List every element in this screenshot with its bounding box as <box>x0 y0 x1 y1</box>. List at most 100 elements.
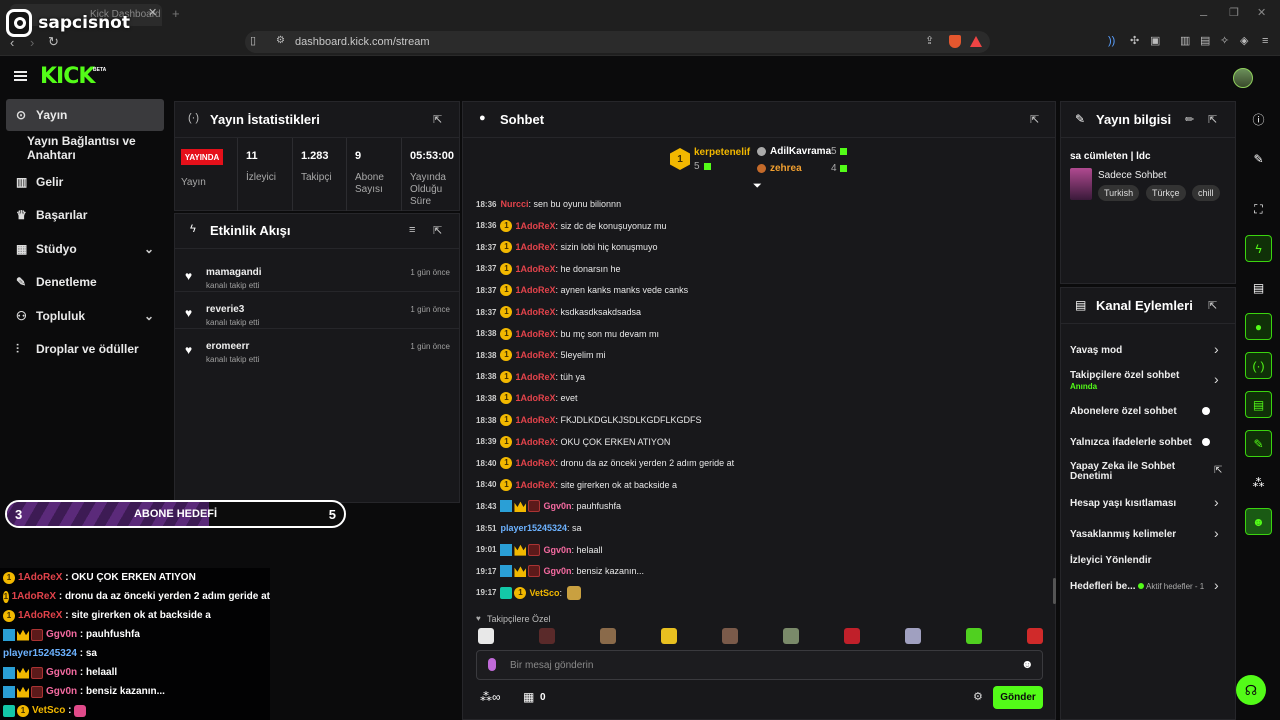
ai-moderation-row[interactable]: Yapay Zeka ile Sohbet Denetimi ⇱ <box>1060 461 1236 485</box>
browser-menu-icon[interactable]: ≡ <box>1262 36 1268 47</box>
brave-shield-icon[interactable] <box>949 35 961 48</box>
wrench-rail-icon[interactable]: ✎ <box>1245 430 1272 457</box>
emote-button[interactable] <box>661 628 677 644</box>
leader-name[interactable]: zehrea <box>770 163 802 174</box>
drops-infinity-icon[interactable]: ⁂∞ <box>480 691 501 703</box>
message-user[interactable]: Ggv0n <box>543 501 571 511</box>
actions-rail-icon[interactable]: ▤ <box>1245 391 1272 418</box>
user-avatar[interactable] <box>1233 68 1253 88</box>
message-user[interactable]: player15245324 <box>500 523 567 533</box>
emote-button[interactable] <box>1027 628 1043 644</box>
category-name[interactable]: Sadece Sohbet <box>1098 170 1166 181</box>
sidebar-item-basarilar[interactable]: ♛ Başarılar <box>6 199 164 231</box>
store-icon[interactable]: ▦ <box>523 691 534 703</box>
emoji-picker-icon[interactable]: ☻ <box>1021 658 1034 670</box>
message-user[interactable]: 1AdoReX <box>515 480 555 490</box>
audio-icon[interactable]: )) <box>1108 36 1115 47</box>
message-user[interactable]: 1AdoReX <box>515 415 555 425</box>
message-user[interactable]: 1AdoReX <box>515 264 555 274</box>
followers-only-row[interactable]: Takipçilere özel sohbet Anında › <box>1060 368 1236 394</box>
broadcast-rail-icon[interactable]: (·) <box>1245 352 1272 379</box>
info-icon[interactable]: ⓘ <box>1245 106 1272 133</box>
edit-icon[interactable]: ✏ <box>1185 113 1194 126</box>
share-icon[interactable]: ⇪ <box>925 36 934 47</box>
kick-logo[interactable]: KICK <box>40 64 95 89</box>
microphone-icon[interactable] <box>488 658 496 671</box>
send-button[interactable]: Gönder <box>993 686 1043 709</box>
collapse-leaderboard-icon[interactable]: ⏷ <box>753 181 762 192</box>
leo-ai-icon[interactable]: ✧ <box>1220 36 1229 47</box>
wallet-icon[interactable]: ▤ <box>1200 36 1210 47</box>
activity-user[interactable]: mamagandi <box>206 267 262 278</box>
fullscreen-icon[interactable]: ⛶ <box>1245 196 1272 223</box>
tag-chip[interactable]: Türkçe <box>1146 185 1186 201</box>
sidebar-item-gelir[interactable]: ▥ Gelir <box>6 166 164 198</box>
leader-name[interactable]: kerpetenelif <box>694 147 750 158</box>
account-age-row[interactable]: Hesap yaşı kısıtlaması › <box>1060 494 1236 514</box>
tag-chip[interactable]: chill <box>1192 185 1220 201</box>
bookmark-icon[interactable]: ▯ <box>250 36 256 47</box>
goals-row[interactable]: Hedefleri be... Aktif hedefler - 1 › <box>1060 577 1236 597</box>
lightning-rail-icon[interactable]: ϟ <box>1245 235 1272 262</box>
extensions-icon[interactable]: ✣ <box>1130 36 1139 47</box>
message-user[interactable]: 1AdoReX <box>515 437 555 447</box>
message-user[interactable]: Ggv0n <box>543 566 571 576</box>
popout-icon[interactable]: ⇱ <box>433 113 442 126</box>
support-headset-icon[interactable]: ☊ <box>1236 675 1266 705</box>
minimize-icon[interactable]: – <box>1200 8 1207 21</box>
vpn-icon[interactable]: ◈ <box>1240 36 1248 47</box>
emote-button[interactable] <box>905 628 921 644</box>
message-user[interactable]: 1AdoReX <box>515 458 555 468</box>
message-user[interactable]: 1AdoReX <box>515 372 555 382</box>
site-info-icon[interactable]: ⚙ <box>276 36 285 46</box>
chat-settings-icon[interactable]: ⚙ <box>973 692 983 703</box>
emote-button[interactable] <box>478 628 494 644</box>
message-user[interactable]: Nurcci <box>500 199 528 209</box>
user-rail-icon[interactable]: ☻ <box>1245 508 1272 535</box>
banned-words-row[interactable]: Yasaklanmış kelimeler › <box>1060 524 1236 544</box>
window-close-icon[interactable]: ✕ <box>1257 8 1266 19</box>
emote-button[interactable] <box>844 628 860 644</box>
raid-row[interactable]: İzleyici Yönlendir <box>1060 551 1236 571</box>
message-user[interactable]: VetSco <box>529 588 559 598</box>
chat-rail-icon[interactable]: ● <box>1245 313 1272 340</box>
url-text[interactable]: dashboard.kick.com/stream <box>295 36 430 48</box>
emote-button[interactable] <box>600 628 616 644</box>
brave-rewards-icon[interactable] <box>970 36 982 47</box>
tag-chip[interactable]: Turkish <box>1098 185 1140 201</box>
sidebar-item-studyo[interactable]: ▦ Stüdyo ⌄ <box>6 233 164 265</box>
message-user[interactable]: 1AdoReX <box>515 242 555 252</box>
sidebar-item-topluluk[interactable]: ⚇ Topluluk ⌄ <box>6 300 164 332</box>
leader-name[interactable]: AdilKavrama <box>770 146 831 157</box>
drops-rail-icon[interactable]: ⁂ <box>1245 469 1272 496</box>
activity-user[interactable]: eromeerr <box>206 341 249 352</box>
popout-icon[interactable]: ⇱ <box>1208 113 1217 126</box>
sidebar-item-droplar[interactable]: ⫶ Droplar ve ödüller <box>6 333 164 365</box>
sidebar-toggle-icon[interactable]: ▥ <box>1180 36 1190 47</box>
message-user[interactable]: 1AdoReX <box>515 285 555 295</box>
clipboard-icon[interactable]: ▤ <box>1245 274 1272 301</box>
emote-button[interactable] <box>966 628 982 644</box>
screenshot-icon[interactable]: ▣ <box>1150 36 1160 47</box>
message-user[interactable]: 1AdoReX <box>515 221 555 231</box>
menu-icon[interactable] <box>14 71 27 81</box>
chat-scrollbar[interactable] <box>1053 578 1056 604</box>
close-tab-icon[interactable]: ✕ <box>148 8 157 19</box>
emote-button[interactable] <box>539 628 555 644</box>
category-thumbnail[interactable] <box>1070 168 1092 200</box>
pencil-icon[interactable]: ✎ <box>1245 145 1272 172</box>
popout-icon[interactable]: ⇱ <box>433 224 442 237</box>
sidebar-item-denetleme[interactable]: ✎ Denetleme <box>6 266 164 298</box>
chat-input-placeholder[interactable]: Bir mesaj gönderin <box>510 660 593 671</box>
filter-icon[interactable]: ≡ <box>409 224 415 236</box>
maximize-icon[interactable]: ❐ <box>1229 8 1239 19</box>
popout-icon[interactable]: ⇱ <box>1208 299 1217 312</box>
sidebar-item-stream-key[interactable]: Yayın Bağlantısı ve Anahtarı <box>6 132 176 164</box>
emote-button[interactable] <box>783 628 799 644</box>
message-user[interactable]: 1AdoReX <box>515 350 555 360</box>
slow-mode-row[interactable]: Yavaş mod › <box>1060 340 1236 360</box>
popout-icon[interactable]: ⇱ <box>1030 113 1039 126</box>
sidebar-item-yayin[interactable]: ⊙ Yayın <box>6 99 164 131</box>
new-tab-icon[interactable]: + <box>172 7 180 20</box>
activity-user[interactable]: reverie3 <box>206 304 244 315</box>
